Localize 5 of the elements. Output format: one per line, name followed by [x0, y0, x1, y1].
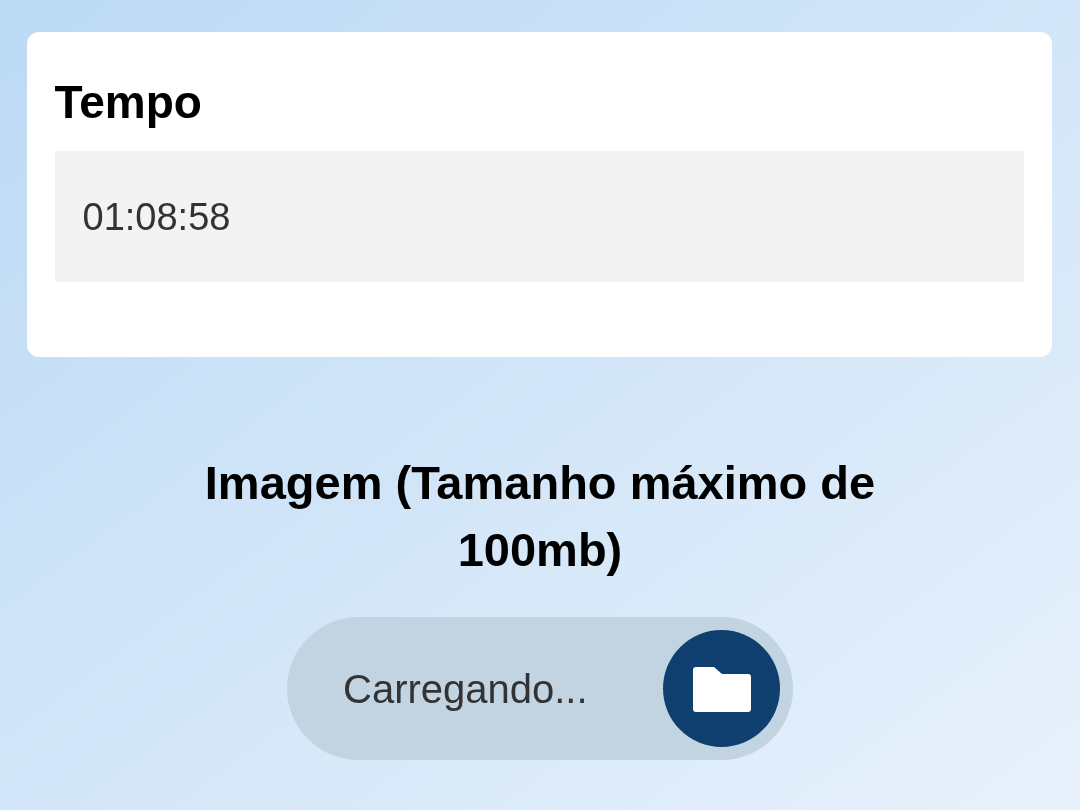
time-field[interactable]: 01:08:58 — [54, 151, 1024, 282]
time-value: 01:08:58 — [82, 194, 231, 239]
upload-button[interactable]: Carregando... — [287, 617, 793, 760]
upload-heading: Imagem (Tamanho máximo de 100mb) — [203, 455, 877, 578]
card-title: Tempo — [54, 75, 202, 130]
